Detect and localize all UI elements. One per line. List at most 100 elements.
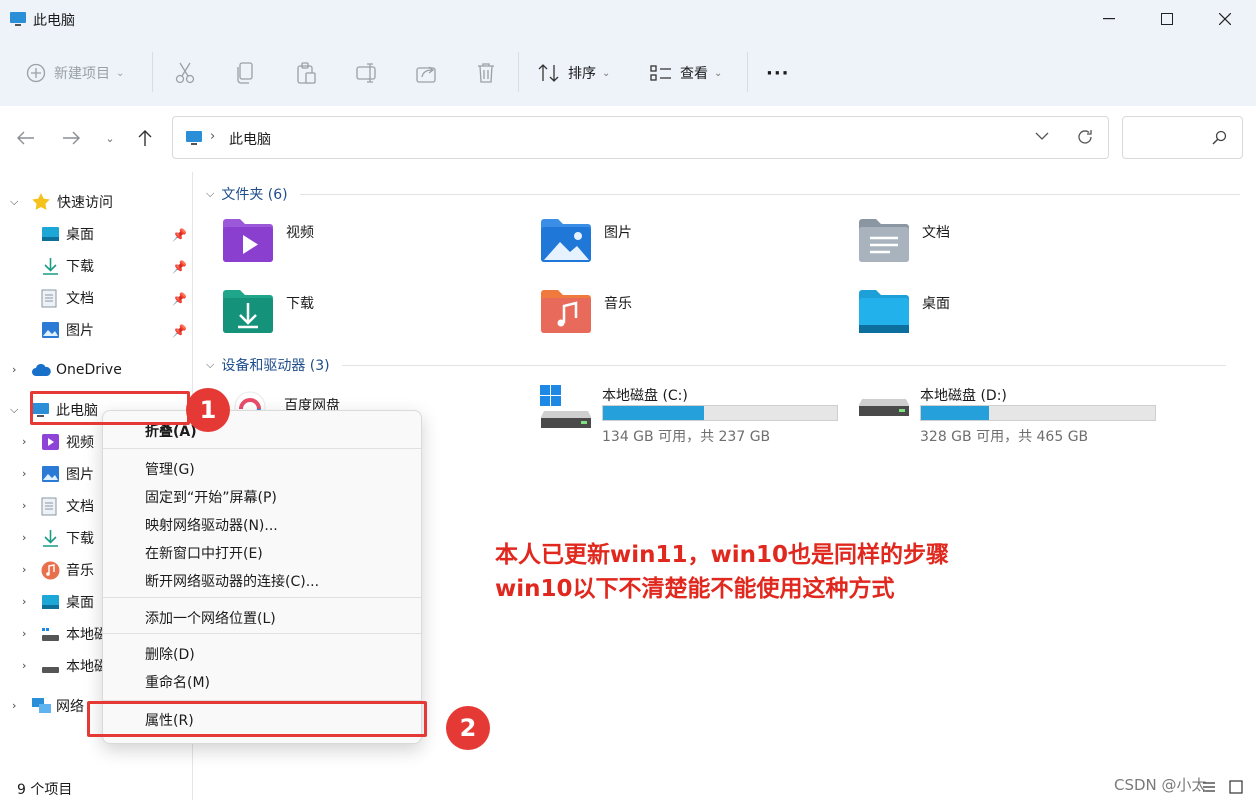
share-button[interactable] xyxy=(416,61,438,85)
copy-button[interactable] xyxy=(236,61,254,85)
menu-item-delete[interactable]: 删除(D) xyxy=(145,644,195,664)
arrow-left-icon xyxy=(17,131,34,145)
drive-name: 本地磁盘 (C:) xyxy=(602,388,688,404)
search-input[interactable] xyxy=(1122,116,1243,159)
drive-usage-bar xyxy=(602,405,838,421)
drive-usage-fill xyxy=(921,406,989,420)
pin-icon[interactable]: 📌 xyxy=(172,324,187,338)
chevron-down-icon: ⌄ xyxy=(602,67,611,79)
tiles-view-icon[interactable] xyxy=(1229,780,1243,798)
windows-drive-icon xyxy=(540,385,591,428)
menu-item-open-new-window[interactable]: 在新窗口中打开(E) xyxy=(145,543,263,563)
sidebar-item-documents[interactable]: 文档 xyxy=(41,492,94,520)
sort-label: 排序 xyxy=(568,66,596,82)
download-folder-icon xyxy=(223,290,273,333)
cut-button[interactable] xyxy=(175,61,195,85)
menu-item-manage[interactable]: 管理(G) xyxy=(145,459,195,479)
folder-name: 音乐 xyxy=(604,296,632,312)
address-bar[interactable]: › 此电脑 xyxy=(172,116,1109,159)
chevron-down-icon: ⌄ xyxy=(116,67,125,79)
command-bar: 新建项目 ⌄ 排序 ⌄ 查看 ⌄ ··· xyxy=(0,38,1256,106)
sidebar-item-desktop[interactable]: 桌面 xyxy=(41,220,94,248)
devices-section-header[interactable]: ⌵ 设备和驱动器 (3) xyxy=(206,355,1226,375)
sidebar-item-quick-access[interactable]: 快速访问 xyxy=(31,188,113,216)
folder-pictures[interactable]: 图片 xyxy=(540,216,632,262)
chevron-right-icon[interactable]: › xyxy=(22,499,26,512)
divider xyxy=(299,193,1240,195)
chevron-right-icon[interactable]: › xyxy=(22,435,26,448)
paste-button[interactable] xyxy=(296,61,316,85)
more-button[interactable]: ··· xyxy=(766,61,790,85)
rename-button[interactable] xyxy=(356,61,378,85)
menu-item-disconnect-drive[interactable]: 断开网络驱动器的连接(C)... xyxy=(145,571,319,591)
drive-usage-fill xyxy=(603,406,704,420)
close-button[interactable] xyxy=(1196,0,1254,38)
folder-name: 图片 xyxy=(604,225,632,241)
folders-section-header[interactable]: ⌵ 文件夹 (6) xyxy=(206,184,1240,204)
drive-name: 本地磁盘 (D:) xyxy=(920,388,1007,404)
sidebar-item-music[interactable]: 音乐 xyxy=(41,556,94,584)
search-icon xyxy=(1211,130,1227,150)
menu-divider xyxy=(103,633,421,634)
sidebar-item-documents[interactable]: 文档 xyxy=(41,284,94,312)
sidebar-item-onedrive[interactable]: OneDrive xyxy=(31,356,122,384)
back-button[interactable] xyxy=(12,124,40,152)
sidebar-item-downloads[interactable]: 下载 xyxy=(41,252,94,280)
forward-button[interactable] xyxy=(57,124,85,152)
chevron-right-icon[interactable]: › xyxy=(22,659,26,672)
chevron-right-icon[interactable]: › xyxy=(22,531,26,544)
document-folder-icon xyxy=(859,219,909,262)
chevron-down-icon[interactable]: ⌵ xyxy=(10,403,18,417)
folder-name: 桌面 xyxy=(922,296,950,312)
chevron-right-icon: › xyxy=(210,129,216,144)
chevron-down-icon[interactable]: ⌵ xyxy=(10,195,18,209)
minimize-button[interactable] xyxy=(1080,0,1138,38)
pin-icon[interactable]: 📌 xyxy=(172,260,187,274)
up-button[interactable] xyxy=(131,124,159,152)
sidebar-item-drive-d[interactable]: 本地磁 xyxy=(41,652,108,680)
folder-desktop[interactable]: 桌面 xyxy=(858,287,950,333)
menu-item-add-network-location[interactable]: 添加一个网络位置(L) xyxy=(145,608,276,628)
menu-item-rename[interactable]: 重命名(M) xyxy=(145,672,210,692)
chevron-right-icon[interactable]: › xyxy=(22,467,26,480)
arrow-right-icon xyxy=(63,131,80,145)
chevron-right-icon[interactable]: › xyxy=(22,595,26,608)
menu-item-map-drive[interactable]: 映射网络驱动器(N)... xyxy=(145,515,278,535)
drive-icon xyxy=(859,399,909,416)
sidebar-item-label: 视频 xyxy=(66,435,94,451)
sidebar-item-label: 快速访问 xyxy=(57,195,113,211)
sidebar-item-downloads[interactable]: 下载 xyxy=(41,524,94,552)
drive-c[interactable]: 本地磁盘 (C:) 134 GB 可用，共 237 GB xyxy=(540,385,840,445)
new-item-button[interactable]: 新建项目 ⌄ xyxy=(26,61,124,85)
chevron-down-icon: ⌵ xyxy=(206,358,215,371)
pin-icon[interactable]: 📌 xyxy=(172,228,187,242)
sidebar-item-network[interactable]: 网络 xyxy=(31,692,84,720)
folder-downloads[interactable]: 下载 xyxy=(222,287,314,333)
sidebar-item-drive-c[interactable]: 本地磁 xyxy=(41,620,108,648)
scissors-icon xyxy=(175,62,195,84)
folder-documents[interactable]: 文档 xyxy=(858,216,950,262)
recent-locations-button[interactable]: ⌄ xyxy=(96,124,124,152)
view-button[interactable]: 查看 ⌄ xyxy=(650,61,722,85)
sidebar-item-pictures[interactable]: 图片 xyxy=(41,460,94,488)
chevron-right-icon[interactable]: › xyxy=(22,627,26,640)
pin-icon[interactable]: 📌 xyxy=(172,292,187,306)
sort-button[interactable]: 排序 ⌄ xyxy=(538,61,610,85)
drive-icon xyxy=(42,667,59,673)
chevron-right-icon[interactable]: › xyxy=(22,563,26,576)
sidebar-item-desktop[interactable]: 桌面 xyxy=(41,588,94,616)
sidebar-item-pictures[interactable]: 图片 xyxy=(41,316,94,344)
folder-music[interactable]: 音乐 xyxy=(540,287,632,333)
chevron-right-icon[interactable]: › xyxy=(12,363,16,376)
maximize-button[interactable] xyxy=(1138,0,1196,38)
chevron-down-icon[interactable] xyxy=(1035,129,1049,145)
delete-button[interactable] xyxy=(476,61,496,85)
chevron-right-icon[interactable]: › xyxy=(12,699,16,712)
drive-free-space: 134 GB 可用，共 237 GB xyxy=(602,429,771,445)
sidebar-item-videos[interactable]: 视频 xyxy=(41,428,94,456)
download-icon xyxy=(43,258,58,275)
refresh-icon[interactable] xyxy=(1076,128,1094,150)
drive-d[interactable]: 本地磁盘 (D:) 328 GB 可用，共 465 GB xyxy=(858,385,1158,445)
folder-videos[interactable]: 视频 xyxy=(222,216,314,262)
menu-item-pin-start[interactable]: 固定到“开始”屏幕(P) xyxy=(145,487,277,507)
